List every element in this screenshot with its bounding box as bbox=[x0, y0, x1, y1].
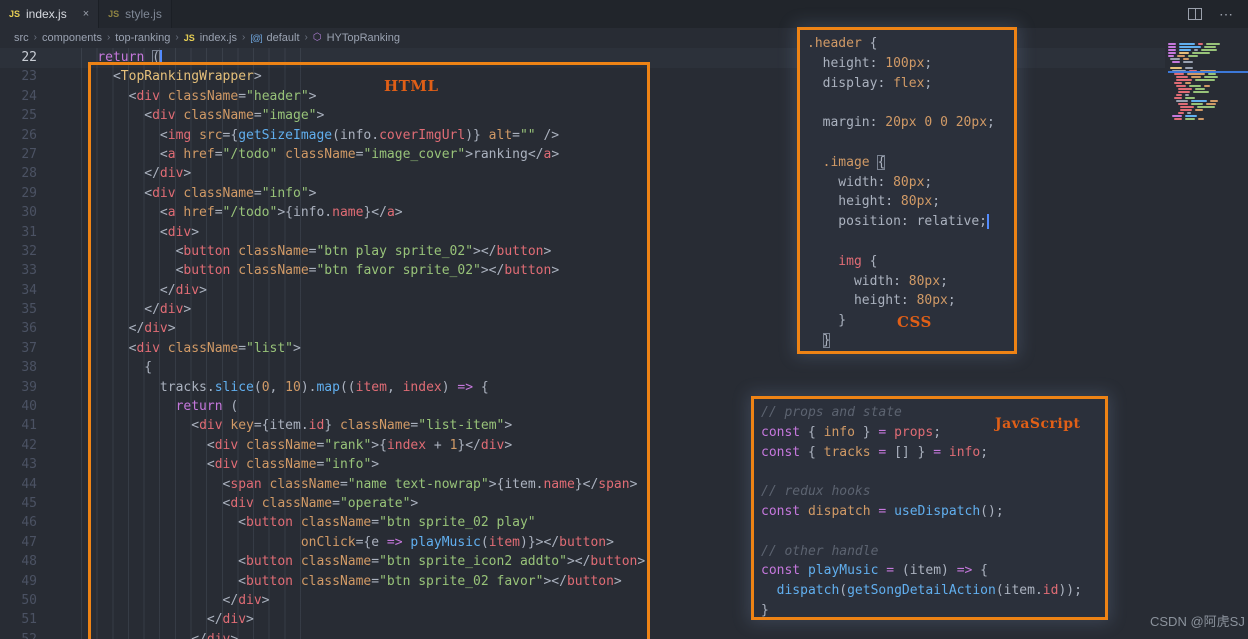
symbol-module-icon: [@] bbox=[250, 33, 261, 43]
breadcrumb-item-HYTopRanking[interactable]: HYTopRanking bbox=[327, 32, 400, 44]
minimap-row bbox=[1176, 79, 1244, 81]
minimap-row bbox=[1172, 61, 1244, 63]
minimap-viewport-line bbox=[1168, 71, 1248, 73]
vscode-window: JS index.js × JS style.js ⋯ src › compon… bbox=[0, 0, 1248, 639]
code-line: height: 100px; bbox=[807, 54, 1009, 74]
minimap-row bbox=[1174, 97, 1244, 99]
breadcrumb-item-default[interactable]: default bbox=[266, 32, 299, 44]
css-code-overlay: .header { height: 100px; display: flex; … bbox=[797, 27, 1017, 354]
breadcrumb-separator: › bbox=[34, 32, 37, 43]
minimap-row bbox=[1172, 115, 1244, 117]
html-annotation-box bbox=[88, 62, 650, 639]
code-line: width: 80px; bbox=[807, 272, 1009, 292]
text-cursor bbox=[987, 214, 989, 229]
minimap-row bbox=[1174, 73, 1244, 75]
css-annotation-label: CSS bbox=[897, 313, 932, 331]
js-file-icon: JS bbox=[9, 9, 20, 19]
minimap-row bbox=[1176, 94, 1244, 96]
minimap-row bbox=[1170, 58, 1244, 60]
code-line: .header { bbox=[807, 34, 1009, 54]
tab-close-icon[interactable]: × bbox=[83, 8, 89, 20]
code-line: const dispatch = useDispatch(); bbox=[761, 502, 1100, 522]
code-line bbox=[761, 522, 1100, 542]
code-line: width: 80px; bbox=[807, 173, 1009, 193]
minimap-row bbox=[1168, 52, 1244, 54]
breadcrumb-separator: › bbox=[175, 32, 178, 43]
breadcrumb-separator: › bbox=[305, 32, 308, 43]
minimap-row bbox=[1168, 55, 1244, 57]
code-line bbox=[807, 93, 1009, 113]
breadcrumb-item-top-ranking[interactable]: top-ranking bbox=[115, 32, 170, 44]
code-line bbox=[807, 133, 1009, 153]
minimap-row bbox=[1176, 100, 1244, 102]
minimap-row bbox=[1170, 67, 1244, 69]
code-line: } bbox=[807, 331, 1009, 351]
editor-tab-bar: JS index.js × JS style.js ⋯ bbox=[0, 0, 1248, 28]
minimap-row bbox=[1168, 64, 1244, 66]
minimap-row bbox=[1174, 118, 1244, 120]
code-line bbox=[761, 462, 1100, 482]
code-line: img { bbox=[807, 252, 1009, 272]
symbol-class-icon: ⬡ bbox=[313, 32, 322, 43]
more-actions-icon[interactable]: ⋯ bbox=[1219, 9, 1233, 19]
code-line: } bbox=[761, 601, 1100, 621]
minimap-row bbox=[1168, 49, 1244, 51]
minimap-row bbox=[1178, 103, 1244, 105]
breadcrumb-separator: › bbox=[107, 32, 110, 43]
minimap[interactable] bbox=[1168, 43, 1244, 121]
html-annotation-label: HTML bbox=[384, 77, 439, 95]
code-line: margin: 20px 0 0 20px; bbox=[807, 113, 1009, 133]
tab-style-js[interactable]: JS style.js bbox=[99, 0, 172, 28]
watermark: CSDN @阿虎SJ bbox=[1150, 611, 1245, 630]
minimap-row bbox=[1168, 46, 1244, 48]
minimap-row bbox=[1178, 91, 1244, 93]
tab-index-js[interactable]: JS index.js × bbox=[0, 0, 99, 28]
code-line: height: 80px; bbox=[807, 192, 1009, 212]
split-editor-icon[interactable] bbox=[1188, 8, 1202, 20]
breadcrumb: src › components › top-ranking › JS inde… bbox=[0, 28, 1248, 47]
breadcrumb-item-index-js[interactable]: index.js bbox=[200, 32, 237, 44]
code-line: display: flex; bbox=[807, 74, 1009, 94]
code-line: // other handle bbox=[761, 542, 1100, 562]
code-line bbox=[807, 232, 1009, 252]
js-annotation-label: JavaScript bbox=[995, 416, 1081, 432]
tabbar-actions: ⋯ bbox=[1188, 0, 1248, 28]
code-line: position: relative; bbox=[807, 212, 1009, 232]
breadcrumb-item-components[interactable]: components bbox=[42, 32, 102, 44]
tab-label: index.js bbox=[26, 7, 67, 21]
minimap-row bbox=[1178, 112, 1244, 114]
code-line: // redux hooks bbox=[761, 482, 1100, 502]
code-line: height: 80px; bbox=[807, 291, 1009, 311]
minimap-row bbox=[1176, 85, 1244, 87]
minimap-row bbox=[1168, 43, 1244, 45]
breadcrumb-separator: › bbox=[242, 32, 245, 43]
js-file-icon: JS bbox=[108, 9, 119, 19]
code-line: const { tracks = [] } = info; bbox=[761, 443, 1100, 463]
minimap-row bbox=[1176, 76, 1244, 78]
code-line: dispatch(getSongDetailAction(item.id)); bbox=[761, 581, 1100, 601]
minimap-row bbox=[1178, 88, 1244, 90]
minimap-row bbox=[1174, 82, 1244, 84]
code-line: const playMusic = (item) => { bbox=[761, 561, 1100, 581]
code-line: .image { bbox=[807, 153, 1009, 173]
minimap-row bbox=[1180, 106, 1244, 108]
tab-label: style.js bbox=[125, 7, 162, 21]
minimap-row bbox=[1180, 109, 1244, 111]
breadcrumb-item-src[interactable]: src bbox=[14, 32, 29, 44]
js-file-icon: JS bbox=[184, 33, 195, 43]
